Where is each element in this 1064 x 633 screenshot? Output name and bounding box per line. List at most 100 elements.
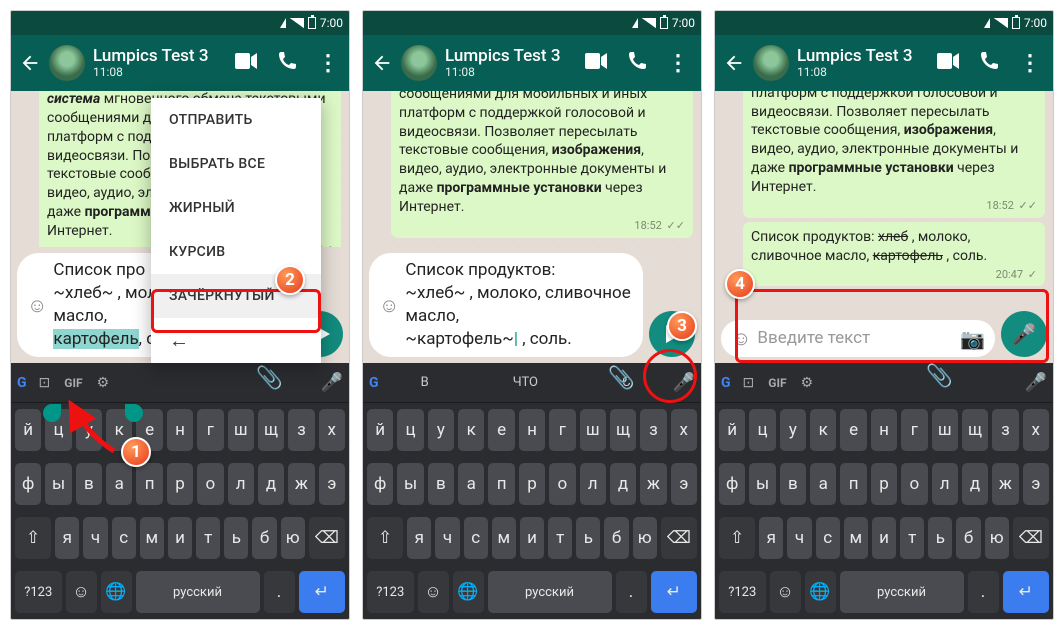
key-ы[interactable]: ы xyxy=(45,463,71,505)
key-п[interactable]: п xyxy=(136,463,162,505)
key-щ[interactable]: щ xyxy=(962,409,988,451)
voice-call-icon[interactable] xyxy=(277,51,297,76)
key-ф[interactable]: ф xyxy=(15,463,41,505)
key-т[interactable]: т xyxy=(196,517,220,559)
selected-text[interactable]: картофель xyxy=(53,329,138,349)
key-э[interactable]: э xyxy=(1023,463,1049,505)
key-м[interactable]: м xyxy=(140,517,164,559)
numbers-key[interactable]: ?123 xyxy=(15,571,62,613)
emoji-key[interactable]: ☺ xyxy=(770,571,801,613)
period-key[interactable]: . xyxy=(264,571,295,613)
chat-title-block[interactable]: Lumpics Test 3 11:08 xyxy=(797,47,929,79)
key-я[interactable]: я xyxy=(407,517,431,559)
language-key[interactable]: 🌐 xyxy=(805,571,836,613)
message-input[interactable]: ☺ Введите текст 📷 xyxy=(721,320,995,357)
key-к[interactable]: к xyxy=(458,409,484,451)
language-key[interactable]: 🌐 xyxy=(453,571,484,613)
key-д[interactable]: д xyxy=(610,463,636,505)
more-icon[interactable]: ⋮ xyxy=(317,51,337,76)
avatar[interactable] xyxy=(753,45,789,81)
chat-title-block[interactable]: Lumpics Test 3 11:08 xyxy=(445,47,577,79)
key-ю[interactable]: ю xyxy=(281,517,305,559)
key-ч[interactable]: ч xyxy=(787,517,811,559)
google-icon[interactable]: G xyxy=(17,375,27,391)
key-л[interactable]: л xyxy=(580,463,606,505)
language-key[interactable]: 🌐 xyxy=(101,571,132,613)
period-key[interactable]: . xyxy=(968,571,999,613)
attach-icon[interactable]: 📎 xyxy=(608,366,635,391)
mic-icon[interactable]: 🎤 xyxy=(673,372,695,393)
key-ш[interactable]: ш xyxy=(228,409,254,451)
settings-icon[interactable]: ⚙ xyxy=(801,375,814,391)
key-з[interactable]: з xyxy=(992,409,1018,451)
gif-icon[interactable]: GIF xyxy=(64,376,82,390)
space-key[interactable]: Русский xyxy=(488,571,612,613)
key-ч[interactable]: ч xyxy=(435,517,459,559)
key-ц[interactable]: ц xyxy=(397,409,423,451)
key-ж[interactable]: ж xyxy=(288,463,314,505)
key-р[interactable]: р xyxy=(167,463,193,505)
key-ю[interactable]: ю xyxy=(985,517,1009,559)
emoji-key[interactable]: ☺ xyxy=(418,571,449,613)
key-щ[interactable]: щ xyxy=(258,409,284,451)
key-л[interactable]: л xyxy=(932,463,958,505)
key-с[interactable]: с xyxy=(464,517,488,559)
key-и[interactable]: и xyxy=(872,517,896,559)
menu-item-send[interactable]: ОТПРАВИТЬ xyxy=(151,98,321,142)
voice-call-icon[interactable] xyxy=(979,51,999,76)
key-ч[interactable]: ч xyxy=(83,517,107,559)
key-ь[interactable]: ь xyxy=(224,517,248,559)
key-в[interactable]: в xyxy=(428,463,454,505)
suggestion[interactable]: в xyxy=(421,375,429,390)
key-е[interactable]: е xyxy=(488,409,514,451)
key-ф[interactable]: ф xyxy=(719,463,745,505)
key-й[interactable]: й xyxy=(367,409,393,451)
backspace-key[interactable]: ⌫ xyxy=(1013,517,1049,559)
key-к[interactable]: к xyxy=(810,409,836,451)
key-ш[interactable]: ш xyxy=(932,409,958,451)
menu-item-select-all[interactable]: ВЫБРАТЬ ВСЕ xyxy=(151,142,321,186)
key-а[interactable]: а xyxy=(106,463,132,505)
sticker-icon[interactable]: ⊡ xyxy=(39,375,51,391)
key-я[interactable]: я xyxy=(759,517,783,559)
video-call-icon[interactable] xyxy=(235,53,257,74)
settings-icon[interactable]: ⚙ xyxy=(97,375,110,391)
key-о[interactable]: о xyxy=(197,463,223,505)
key-ц[interactable]: ц xyxy=(749,409,775,451)
key-о[interactable]: о xyxy=(549,463,575,505)
key-ы[interactable]: ы xyxy=(749,463,775,505)
gif-icon[interactable]: GIF xyxy=(768,376,786,390)
key-г[interactable]: г xyxy=(549,409,575,451)
numbers-key[interactable]: ?123 xyxy=(719,571,766,613)
space-key[interactable]: Русский xyxy=(840,571,964,613)
key-л[interactable]: л xyxy=(228,463,254,505)
emoji-icon[interactable]: ☺ xyxy=(27,293,47,318)
backspace-key[interactable]: ⌫ xyxy=(661,517,697,559)
key-в[interactable]: в xyxy=(76,463,102,505)
key-б[interactable]: б xyxy=(604,517,628,559)
emoji-icon[interactable]: ☺ xyxy=(731,326,751,351)
key-о[interactable]: о xyxy=(901,463,927,505)
emoji-key[interactable]: ☺ xyxy=(66,571,97,613)
back-icon[interactable] xyxy=(19,52,41,74)
mic-icon[interactable]: 🎤 xyxy=(1025,372,1047,393)
sticker-icon[interactable]: ⊡ xyxy=(743,375,755,391)
shift-key[interactable]: ⇧ xyxy=(367,517,403,559)
key-ж[interactable]: ж xyxy=(640,463,666,505)
key-д[interactable]: д xyxy=(962,463,988,505)
shift-key[interactable]: ⇧ xyxy=(15,517,51,559)
suggestion[interactable]: что xyxy=(513,375,538,390)
key-т[interactable]: т xyxy=(548,517,572,559)
key-х[interactable]: х xyxy=(1023,409,1049,451)
avatar[interactable] xyxy=(49,45,85,81)
period-key[interactable]: . xyxy=(616,571,647,613)
voice-message-button[interactable]: 🎤 xyxy=(1001,311,1047,357)
key-р[interactable]: р xyxy=(519,463,545,505)
key-н[interactable]: н xyxy=(167,409,193,451)
enter-key[interactable]: ↵ xyxy=(1003,571,1050,613)
enter-key[interactable]: ↵ xyxy=(651,571,698,613)
key-е[interactable]: е xyxy=(840,409,866,451)
key-и[interactable]: и xyxy=(168,517,192,559)
key-м[interactable]: м xyxy=(492,517,516,559)
key-н[interactable]: н xyxy=(519,409,545,451)
